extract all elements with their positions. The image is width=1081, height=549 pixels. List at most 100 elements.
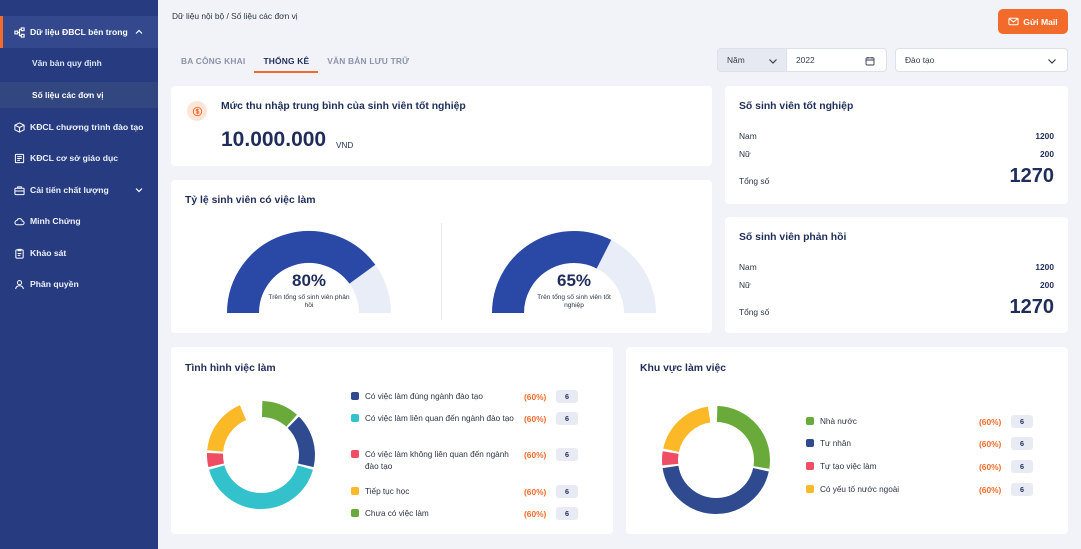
donut-segment — [261, 401, 297, 427]
legend-item: Tự tạo việc làm — [806, 461, 976, 473]
briefcase-icon — [14, 185, 25, 196]
gauge-charts — [227, 231, 656, 314]
tab-bar: BA CÔNG KHAI THỐNG KÊ VĂN BẢN LƯU TRỮ — [172, 47, 418, 73]
sidebar: Dữ liệu ĐBCL bên trong Văn bản quy định … — [0, 0, 158, 549]
document-icon — [14, 153, 25, 164]
sidebar-subitem-unit-data[interactable]: Số liệu các đơn vị — [0, 82, 158, 108]
responders-title: Số sinh viên phản hồi — [739, 232, 847, 243]
female-value: 200 — [1040, 149, 1054, 159]
gauge-percent: 65% — [556, 271, 592, 290]
mail-icon — [1008, 17, 1019, 26]
legend-percent: (60%) — [524, 414, 547, 424]
income-title: Mức thu nhập trung bình của sinh viên tố… — [221, 101, 466, 112]
work-area-donut — [662, 406, 770, 514]
coin-icon — [187, 101, 207, 121]
cloud-icon — [14, 216, 25, 227]
legend-item: Có yếu tố nước ngoài — [806, 484, 976, 496]
user-icon — [14, 279, 25, 290]
legend-count-badge: 6 — [1011, 483, 1033, 496]
tab-archive[interactable]: VĂN BẢN LƯU TRỮ — [318, 47, 418, 73]
total-label: Tổng số — [739, 176, 770, 186]
legend-count-badge: 6 — [556, 485, 578, 498]
male-value: 1200 — [1035, 262, 1054, 272]
donut-segment — [287, 416, 315, 468]
category-select[interactable]: Đào tạo — [895, 48, 1068, 72]
legend-percent: (60%) — [524, 450, 547, 460]
legend-percent: (60%) — [524, 509, 547, 519]
legend-item: Có việc làm đúng ngành đào tạo — [351, 391, 521, 403]
total-label: Tổng số — [739, 307, 770, 317]
legend-swatch — [351, 392, 359, 400]
chevron-down-icon — [135, 188, 143, 193]
donut-segment — [207, 452, 225, 468]
female-label: Nữ — [739, 149, 751, 159]
calendar-icon — [865, 57, 875, 66]
hierarchy-icon — [14, 26, 25, 38]
tab-public[interactable]: BA CÔNG KHAI — [172, 47, 254, 73]
legend-swatch — [351, 450, 359, 458]
gauge-caption: Trên tổng số sinh viên tốt nghiệp — [537, 294, 611, 309]
job-situation-title: Tình hình việc làm — [185, 363, 276, 374]
male-label: Nam — [739, 262, 757, 272]
send-mail-button[interactable]: Gửi Mail — [998, 9, 1068, 34]
income-card — [171, 86, 712, 166]
legend-count-badge: 6 — [1011, 460, 1033, 473]
legend-item: Nhà nước — [806, 416, 976, 428]
legend-item: Có việc làm liên quan đến ngành đào tạo — [351, 413, 521, 425]
sidebar-item-permissions[interactable]: Phân quyền — [0, 268, 158, 300]
breadcrumb: Dữ liệu nội bộ / Số liệu các đơn vị — [172, 11, 298, 21]
legend-swatch — [806, 417, 814, 425]
legend-count-badge: 6 — [556, 390, 578, 403]
female-label: Nữ — [739, 280, 751, 290]
gauge-caption: Trên tổng số sinh viên phản hồi — [268, 294, 350, 309]
legend-swatch — [806, 485, 814, 493]
donut-segment — [207, 405, 247, 453]
legend-item: Có việc làm không liên quan đến ngành đà… — [351, 449, 521, 473]
sidebar-item-institution-accreditation[interactable]: KĐCL cơ sở giáo dục — [0, 142, 158, 174]
legend-percent: (60%) — [979, 439, 1002, 449]
legend-swatch — [351, 487, 359, 495]
donut-segment — [209, 465, 313, 509]
graduates-title: Số sinh viên tốt nghiệp — [739, 101, 854, 112]
legend-percent: (60%) — [979, 485, 1002, 495]
male-value: 1200 — [1035, 131, 1054, 141]
legend-percent: (60%) — [524, 487, 547, 497]
legend-count-badge: 6 — [556, 412, 578, 425]
legend-item: Chưa có việc làm — [351, 508, 521, 520]
cube-icon — [14, 121, 25, 133]
tab-statistics[interactable]: THỐNG KÊ — [254, 47, 319, 73]
sidebar-item-evidence[interactable]: Minh Chứng — [0, 205, 158, 237]
work-area-title: Khu vực làm việc — [640, 363, 727, 374]
income-value: 10.000.000 — [221, 128, 327, 151]
sidebar-item-quality-improvement[interactable]: Cải tiến chất lượng — [0, 174, 158, 206]
donut-segment — [716, 406, 770, 469]
legend-count-badge: 6 — [1011, 437, 1033, 450]
sidebar-item-program-accreditation[interactable]: KĐCL chương trình đào tạo — [0, 111, 158, 143]
sidebar-item-label: Dữ liệu ĐBCL bên trong — [30, 27, 128, 37]
donut-segment — [662, 451, 679, 466]
total-value: 1270 — [1009, 165, 1055, 187]
legend-swatch — [351, 414, 359, 422]
legend-count-badge: 6 — [1011, 415, 1033, 428]
male-label: Nam — [739, 131, 757, 141]
sidebar-subitem-regulations[interactable]: Văn bản quy định — [0, 50, 158, 76]
income-unit: VND — [336, 141, 354, 150]
gauge-percent: 80% — [291, 271, 327, 290]
donut-segment — [663, 406, 711, 453]
legend-count-badge: 6 — [556, 507, 578, 520]
legend-swatch — [806, 439, 814, 447]
job-situation-donut — [207, 401, 315, 509]
sidebar-item-survey[interactable]: Khảo sát — [0, 237, 158, 269]
chevron-up-icon — [135, 29, 143, 34]
total-value: 1270 — [1009, 296, 1055, 318]
female-value: 200 — [1040, 280, 1054, 290]
year-picker[interactable]: 2022 — [787, 48, 887, 72]
legend-item: Tiếp tục học — [351, 486, 521, 498]
sidebar-item-internal-data[interactable]: Dữ liệu ĐBCL bên trong — [0, 16, 158, 48]
period-type-select[interactable]: Năm — [717, 48, 787, 72]
chevron-down-icon — [1048, 59, 1056, 64]
legend-percent: (60%) — [979, 417, 1002, 427]
legend-item: Tư nhân — [806, 438, 976, 450]
legend-count-badge: 6 — [556, 448, 578, 461]
legend-percent: (60%) — [979, 462, 1002, 472]
